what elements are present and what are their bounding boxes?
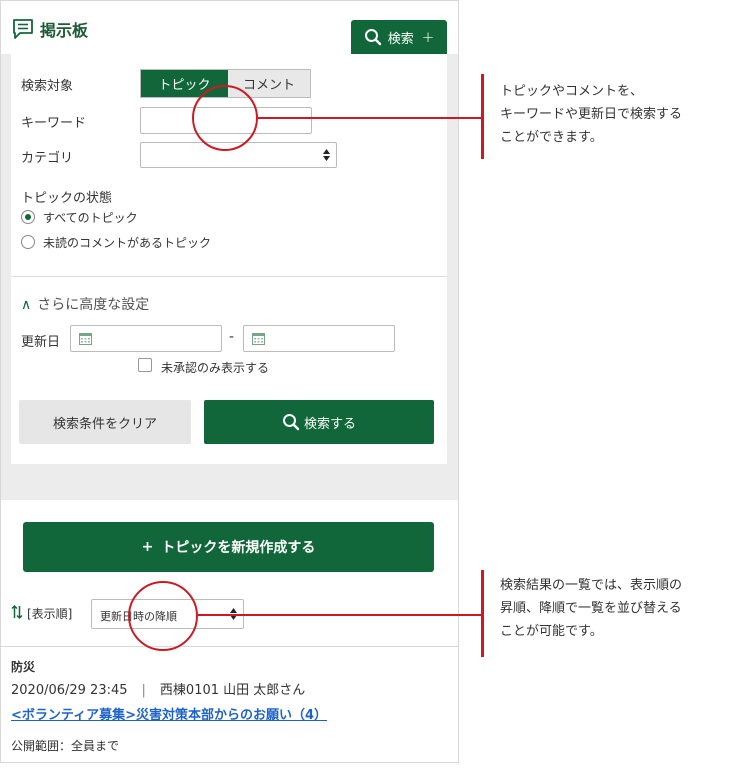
sort-order-icon (11, 604, 23, 620)
calendar-icon (79, 333, 92, 345)
panel-divider (11, 276, 447, 277)
plus-icon: + (141, 539, 154, 555)
status-radio-unread[interactable] (21, 235, 35, 249)
search-toggle-button[interactable]: 検索 + (351, 20, 447, 54)
topic-scope: 公開範囲：全員まで (11, 739, 120, 753)
callout-circle-sort (128, 581, 198, 651)
sort-label: [表示順] (27, 607, 73, 621)
annotation-line: トピックやコメントを、 (500, 84, 644, 99)
date-range-separator: - (229, 329, 235, 345)
clear-conditions-button[interactable]: 検索条件をクリア (19, 400, 191, 444)
advanced-settings-toggle[interactable]: ∧ さらに高度な設定 (21, 294, 149, 314)
annotation-sort-order: 検索結果の一覧では、表示順の 昇順、降順で一覧を並び替える ことが可能です。 (500, 574, 682, 643)
search-icon (364, 29, 381, 46)
calendar-icon (252, 333, 265, 345)
date-from-input[interactable] (70, 325, 222, 352)
search-toggle-label: 検索 (387, 31, 414, 47)
topic-meta: 2020/06/29 23:45 | 西棟0101 山田 太郎さん (11, 679, 305, 698)
search-submit-label: 検索する (303, 416, 356, 432)
meta-separator: | (141, 683, 146, 698)
search-submit-button[interactable]: 検索する (204, 400, 434, 444)
callout-line-sort (198, 614, 483, 616)
date-to-input[interactable] (243, 325, 395, 352)
status-option-unread-label: 未読のコメントがあるトピック (43, 236, 212, 250)
status-heading: トピックの状態 (21, 191, 113, 206)
annotation-line: 昇順、降順で一覧を並び替える (500, 601, 682, 616)
topic-category: 防災 (11, 660, 36, 674)
list-divider (1, 646, 458, 647)
annotation-line: 検索結果の一覧では、表示順の (500, 578, 683, 593)
callout-bar-sort (481, 570, 484, 657)
updated-date-label: 更新日 (21, 335, 61, 350)
target-label: 検索対象 (21, 79, 74, 94)
callout-line-keyword (258, 117, 483, 119)
unapproved-only-label: 未承認のみ表示する (161, 361, 270, 375)
topic-title-link[interactable]: <ボランティア募集>災害対策本部からのお願い（4） (11, 704, 327, 723)
callout-bar-keyword (481, 74, 484, 159)
callout-circle-keyword (192, 85, 258, 151)
annotation-line: ことが可能です。 (500, 624, 603, 639)
topic-datetime: 2020/06/29 23:45 (11, 683, 128, 698)
annotation-line: キーワードや更新日で検索する (500, 107, 683, 122)
create-topic-label: トピックを新規作成する (161, 540, 316, 556)
create-topic-button[interactable]: + トピックを新規作成する (23, 522, 434, 572)
status-option-all-label: すべてのトピック (43, 211, 138, 225)
category-label: カテゴリ (21, 151, 74, 166)
page-title: 掲示板 (40, 21, 89, 40)
advanced-settings-label: さらに高度な設定 (37, 297, 150, 313)
unapproved-only-checkbox[interactable] (138, 358, 152, 372)
chevron-up-icon: ∧ (21, 297, 32, 313)
bulletin-board-icon (13, 19, 33, 39)
status-radio-all[interactable] (21, 210, 35, 224)
search-icon (282, 414, 300, 431)
topic-author: 西棟0101 山田 太郎さん (159, 683, 306, 698)
annotation-keyword-search: トピックやコメントを、 キーワードや更新日で検索する ことができます。 (500, 80, 682, 149)
annotation-line: ことができます。 (500, 130, 603, 145)
app-header: 掲示板 検索 + (1, 1, 458, 61)
select-arrows-icon (323, 149, 330, 161)
keyword-label: キーワード (21, 116, 87, 131)
plus-icon: + (421, 28, 435, 46)
